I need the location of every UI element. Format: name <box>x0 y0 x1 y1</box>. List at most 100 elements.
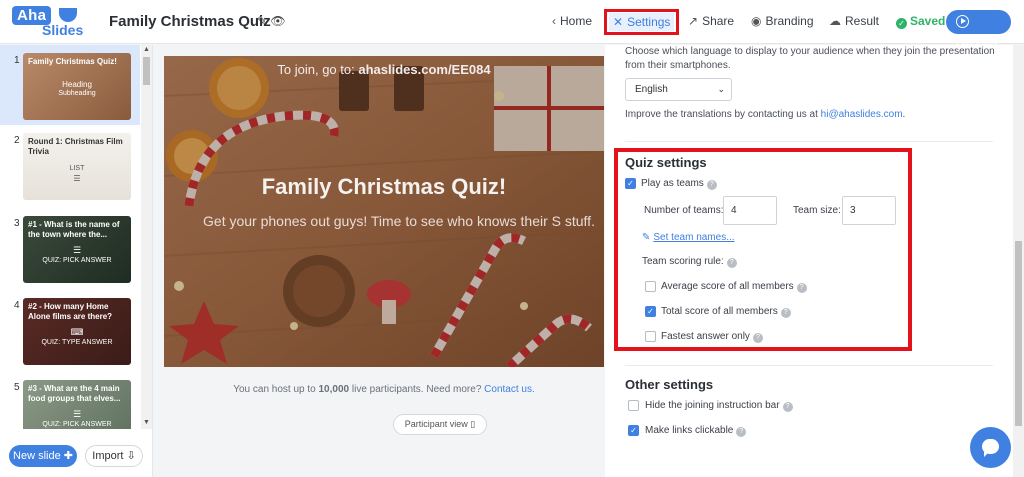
slide-thumb-kind: LIST <box>69 165 85 172</box>
help-icon[interactable]: ? <box>736 427 747 437</box>
language-select[interactable]: English ⌄ <box>625 78 732 101</box>
list-icon: ☰ <box>73 174 81 183</box>
slide-number: 5 <box>14 382 20 393</box>
set-team-names-link[interactable]: ✎ Set team names... <box>642 232 735 243</box>
title-actions: ✎ 👁 <box>257 14 286 28</box>
team-size-input[interactable]: 3 <box>842 196 896 225</box>
slide-thumb-row[interactable]: 3 #1 - What is the name of the town wher… <box>0 208 140 288</box>
help-icon[interactable]: ? <box>782 402 793 412</box>
nav-home[interactable]: ‹ Home <box>552 14 592 28</box>
nav-branding-label: Branding <box>765 14 814 28</box>
slide-thumbnail[interactable]: Round 1: Christmas Film Trivia LIST ☰ <box>23 133 131 200</box>
help-icon[interactable]: ? <box>796 283 807 293</box>
nav-settings[interactable]: ✕ Settings <box>613 15 670 29</box>
present-button[interactable]: Present <box>946 10 1011 53</box>
edit-pencil-icon[interactable]: ✎ <box>257 14 267 28</box>
join-url: ahaslides.com/EE084 <box>358 62 491 77</box>
slide-thumb-title: #1 - What is the name of the town where … <box>28 220 120 239</box>
language-value: English <box>635 84 668 95</box>
quiz-settings-title: Quiz settings <box>625 155 707 170</box>
list-icon: ☰ <box>72 409 82 419</box>
hide-joining-label: Hide the joining instruction bar? <box>645 400 793 412</box>
fastest-answer-radio[interactable] <box>645 331 656 342</box>
logo-smile-icon <box>59 8 77 22</box>
slide-thumbnail[interactable]: #2 - How many Home Alone films are there… <box>23 298 131 365</box>
keyboard-icon: ⌨ <box>70 327 84 337</box>
num-teams-input[interactable]: 4 <box>723 196 777 225</box>
phone-icon: ▯ <box>470 419 476 429</box>
nav-result-label: Result <box>845 14 880 28</box>
links-clickable-label: Make links clickable? <box>645 425 747 437</box>
chevron-down-icon: ⌄ <box>717 84 725 94</box>
thumb-scrollbar-handle[interactable] <box>143 57 150 85</box>
help-icon[interactable]: ? <box>706 180 717 190</box>
slide-heading: Family Christmas Quiz! <box>261 174 507 199</box>
divider <box>625 141 993 142</box>
total-score-radio[interactable]: ✓ <box>645 306 656 317</box>
import-button[interactable]: Import ⇩ <box>85 445 143 467</box>
saved-label: Saved <box>910 14 946 28</box>
check-circle-icon: ✓ <box>896 18 907 29</box>
ahaslides-logo[interactable]: Aha Slides <box>12 6 90 40</box>
new-slide-button[interactable]: New slide ✚ <box>9 445 77 467</box>
play-as-teams-checkbox[interactable]: ✓ <box>625 178 636 189</box>
participant-view-label: Participant view <box>404 419 468 429</box>
slide-thumbnail[interactable]: #1 - What is the name of the town where … <box>23 216 131 283</box>
import-label: Import <box>92 450 124 462</box>
links-clickable-checkbox[interactable]: ✓ <box>628 425 639 436</box>
num-teams-label: Number of teams: <box>644 205 724 216</box>
chat-bubble-icon <box>982 439 999 457</box>
chat-support-button[interactable] <box>970 427 1011 468</box>
settings-scrollbar-handle[interactable] <box>1015 241 1022 426</box>
help-icon[interactable]: ? <box>780 308 791 318</box>
slide-thumb-kind: QUIZ: PICK ANSWER <box>42 257 112 264</box>
settings-scrollbar[interactable] <box>1013 45 1024 477</box>
participant-view-button[interactable]: Participant view ▯ <box>393 414 487 435</box>
nav-share[interactable]: ↗ Share <box>688 14 734 28</box>
team-size-label: Team size: <box>793 205 841 216</box>
nav-branding[interactable]: ◉ Branding <box>751 14 814 28</box>
total-score-label: Total score of all members? <box>661 306 791 318</box>
improve-translations: Improve the translations by contacting u… <box>625 108 995 122</box>
set-team-names-label: Set team names... <box>653 232 735 243</box>
eye-icon[interactable]: 👁 <box>270 14 285 28</box>
saved-status: ✓ Saved <box>896 14 945 29</box>
slide-thumb-title: #2 - How many Home Alone films are there… <box>28 302 113 321</box>
slide-thumbnail[interactable]: Family Christmas Quiz! Heading Subheadin… <box>23 53 131 120</box>
support-email-link[interactable]: hi@ahaslides.com <box>821 109 903 120</box>
scroll-down-icon[interactable]: ▼ <box>143 419 150 426</box>
slide-thumb-title: Family Christmas Quiz! <box>28 57 117 66</box>
nav-settings-label: Settings <box>627 15 671 29</box>
host-note-a: You can host up to <box>233 384 316 395</box>
play-as-teams-label: Play as teams? <box>641 178 717 190</box>
presentation-title[interactable]: Family Christmas Quiz <box>109 13 271 30</box>
nav-result[interactable]: ☁ Result <box>829 14 879 28</box>
help-icon[interactable]: ? <box>726 258 737 268</box>
hide-joining-checkbox[interactable] <box>628 400 639 411</box>
nav-home-label: Home <box>560 14 593 28</box>
average-score-text: Average score of all members <box>661 281 794 292</box>
slide-thumb-row[interactable]: 1 Family Christmas Quiz! Heading Subhead… <box>0 45 140 125</box>
slide-thumb-kind: QUIZ: TYPE ANSWER <box>41 339 113 346</box>
palette-icon: ◉ <box>751 14 762 28</box>
slide-thumb-row[interactable]: 5 #3 - What are the 4 main food groups t… <box>0 372 140 429</box>
import-icon: ⇩ <box>126 450 136 462</box>
help-icon[interactable]: ? <box>752 333 763 343</box>
slide-thumb-row[interactable]: 4 #2 - How many Home Alone films are the… <box>0 290 140 370</box>
slide-thumb-row[interactable]: 2 Round 1: Christmas Film Trivia LIST ☰ <box>0 125 140 205</box>
average-score-radio[interactable] <box>645 281 656 292</box>
result-icon: ☁ <box>829 14 841 28</box>
nav-share-label: Share <box>702 14 735 28</box>
scroll-up-icon[interactable]: ▲ <box>143 46 150 53</box>
slide-thumb-title: #3 - What are the 4 main food groups tha… <box>28 384 121 403</box>
average-score-label: Average score of all members? <box>661 281 807 293</box>
improve-text: Improve the translations by contacting u… <box>625 109 818 120</box>
host-note-c: live participants. Need more? <box>351 384 482 395</box>
slide-thumbnail[interactable]: #3 - What are the 4 main food groups tha… <box>23 380 131 429</box>
slide-thumbnail-panel: 1 Family Christmas Quiz! Heading Subhead… <box>0 45 153 477</box>
scoring-rule-label: Team scoring rule:? <box>642 256 737 268</box>
thumb-scrollbar[interactable]: ▲ ▼ <box>141 45 152 429</box>
contact-us-link[interactable]: Contact us. <box>484 384 535 395</box>
slide-number: 3 <box>14 218 20 229</box>
slide-preview[interactable]: To join, go to: ahaslides.com/EE084 Fami… <box>164 56 604 367</box>
